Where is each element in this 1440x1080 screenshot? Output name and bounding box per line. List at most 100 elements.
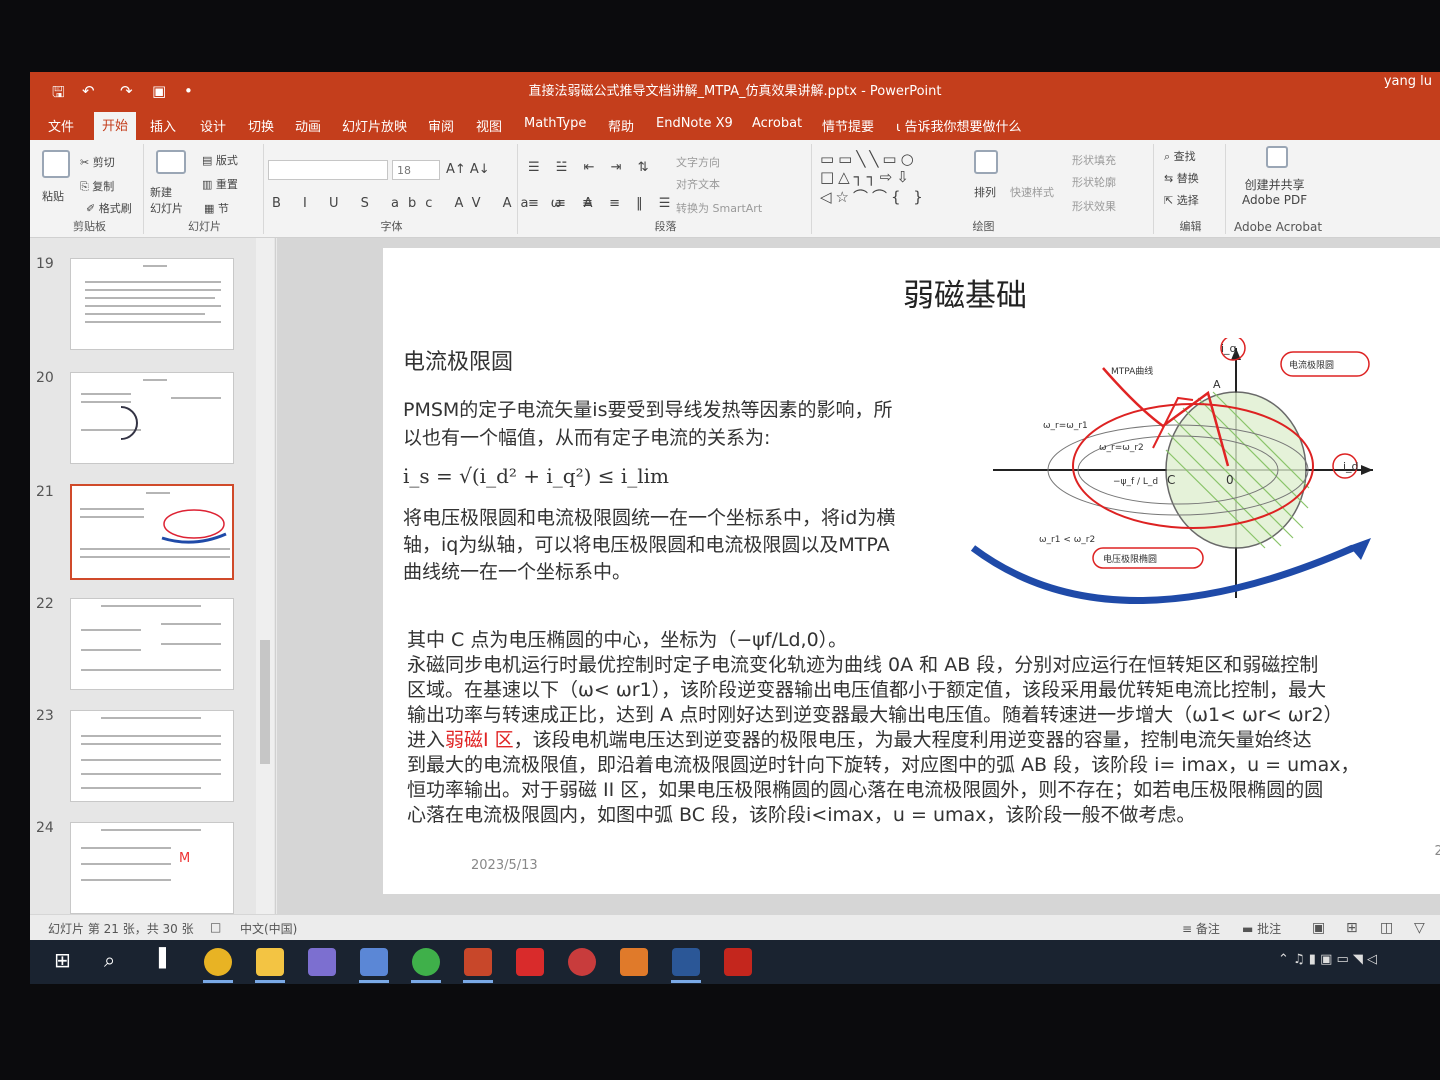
- sorter-view-icon[interactable]: ⊞: [1346, 920, 1358, 936]
- tab-insert[interactable]: 插入: [150, 116, 176, 135]
- tab-storyboard[interactable]: 情节提要: [822, 116, 874, 135]
- create-pdf-icon[interactable]: [1266, 146, 1288, 168]
- thumbnail-slide-21[interactable]: [70, 484, 234, 580]
- list-icons[interactable]: ☰ ☱ ⇤ ⇥ ⇅: [528, 160, 655, 175]
- copy-button[interactable]: ⎘ 复制: [80, 178, 114, 194]
- app-icon[interactable]: [360, 948, 388, 976]
- text-direction-button[interactable]: 文字方向: [676, 154, 720, 170]
- arrange-button[interactable]: 排列: [974, 184, 996, 200]
- slide-date: 2023/5/13: [471, 858, 538, 873]
- tab-design[interactable]: 设计: [200, 116, 226, 135]
- slide-editor: 弱磁基础 电流极限圆 PMSM的定子电流矢量is要受到导线发热等因素的影响，所 …: [277, 238, 1440, 914]
- para2-line2: 轴，iq为纵轴，可以将电压极限圆和电流极限圆以及MTPA: [403, 534, 890, 556]
- tab-help[interactable]: 帮助: [608, 116, 634, 135]
- shape-fill-button[interactable]: 形状填充: [1072, 152, 1116, 168]
- paste-button[interactable]: 粘贴: [42, 188, 64, 204]
- body-line-7: 恒功率输出。对于弱磁 II 区，如果电压极限椭圆的圆心落在电流极限圆外，则不存在…: [407, 779, 1324, 801]
- shapes-gallery[interactable]: ▭▭╲╲▭○ □△┐┐⇨⇩ ◁☆⌒⌒{ }: [820, 150, 927, 207]
- tab-acrobat[interactable]: Acrobat: [752, 116, 802, 131]
- layout-button[interactable]: ▤ 版式: [202, 152, 238, 168]
- new-slide-icon[interactable]: [156, 150, 186, 174]
- language-indicator[interactable]: 中文(中国): [240, 920, 297, 937]
- omega-compare-label: ω_r1 < ω_r2: [1039, 535, 1095, 545]
- tab-file[interactable]: 文件: [48, 116, 74, 135]
- acrobat-icon[interactable]: [724, 948, 752, 976]
- shape-effects-button[interactable]: 形状效果: [1072, 198, 1116, 214]
- create-pdf-button[interactable]: 创建并共享 Adobe PDF: [1242, 176, 1307, 207]
- thumbnail-scrollbar[interactable]: [256, 238, 274, 914]
- body-line-5: 进入弱磁I 区，该段电机端电压达到逆变器的极限电压，为最大程度利用逆变器的容量，…: [407, 729, 1312, 751]
- select-button[interactable]: ⇱ 选择: [1164, 192, 1199, 208]
- font-title: 字体: [380, 220, 403, 233]
- normal-view-icon[interactable]: ▣: [1312, 920, 1325, 936]
- arrange-icon[interactable]: [974, 150, 998, 174]
- thumbnail-slide-23[interactable]: [70, 710, 234, 802]
- app-icon[interactable]: [308, 948, 336, 976]
- powerpoint-window: 🖫 ↶ ↷ ▣ • 直接法弱磁公式推导文档讲解_MTPA_仿真效果讲解.pptx…: [30, 72, 1440, 984]
- tab-slideshow[interactable]: 幻灯片放映: [342, 116, 407, 135]
- align-icons[interactable]: ≡ ≡ ≡ ≡ ‖ ☰: [528, 196, 676, 211]
- matlab-icon[interactable]: [620, 948, 648, 976]
- paste-icon[interactable]: [42, 150, 70, 178]
- editing-title: 编辑: [1179, 220, 1202, 233]
- tab-review[interactable]: 审阅: [428, 116, 454, 135]
- section-button[interactable]: ▦ 节: [204, 200, 229, 216]
- font-name-box[interactable]: [268, 160, 388, 180]
- smartart-button[interactable]: 转换为 SmartArt: [676, 200, 762, 216]
- thumb-number: 23: [36, 708, 54, 724]
- align-text-button[interactable]: 对齐文本: [676, 176, 720, 192]
- tab-endnote[interactable]: EndNote X9: [656, 116, 733, 131]
- powerpoint-icon[interactable]: [464, 948, 492, 976]
- replace-button[interactable]: ⇆ 替换: [1164, 170, 1199, 186]
- para1-line2: 以也有一个幅值，从而有定子电流的关系为:: [403, 427, 771, 449]
- tell-me-search[interactable]: ⍳ 告诉我你想要做什么: [896, 116, 1022, 135]
- word-icon[interactable]: [672, 948, 700, 976]
- thumbnail-slide-20[interactable]: [70, 372, 234, 464]
- current-slide[interactable]: 弱磁基础 电流极限圆 PMSM的定子电流矢量is要受到导线发热等因素的影响，所 …: [383, 248, 1440, 894]
- lightbulb-icon: ⍳: [896, 120, 901, 135]
- thumbnail-slide-19[interactable]: [70, 258, 234, 350]
- user-name[interactable]: yang lu: [1384, 74, 1432, 89]
- shape-outline-button[interactable]: 形状轮廓: [1072, 174, 1116, 190]
- thumbnail-slide-24[interactable]: M: [70, 822, 234, 914]
- task-view-icon[interactable]: ▐: [152, 948, 180, 976]
- file-explorer-icon[interactable]: [256, 948, 284, 976]
- notes-button[interactable]: ≡ 备注: [1182, 920, 1220, 937]
- wechat-icon[interactable]: [412, 948, 440, 976]
- search-icon[interactable]: ⌕: [104, 948, 132, 976]
- chrome-icon[interactable]: [204, 948, 232, 976]
- app-icon[interactable]: [516, 948, 544, 976]
- system-tray-icons[interactable]: ⌃ ♫ ▮ ▣ ▭ ◥ ◁: [1278, 952, 1438, 980]
- tab-view[interactable]: 视图: [476, 116, 502, 135]
- find-button[interactable]: ⌕ 查找: [1164, 148, 1196, 164]
- tab-animations[interactable]: 动画: [295, 116, 321, 135]
- thumbnail-slide-22[interactable]: [70, 598, 234, 690]
- tab-mathtype[interactable]: MathType: [524, 116, 586, 131]
- spellcheck-icon[interactable]: □: [210, 920, 221, 934]
- thumb-number: 21: [36, 484, 54, 500]
- quick-styles-button[interactable]: 快速样式: [1010, 184, 1054, 200]
- body-line-1: 其中 C 点为电压椭圆的中心，坐标为（−ψf/Ld,0）。: [407, 629, 848, 651]
- font-grow-icon[interactable]: A↑ A↓: [446, 162, 490, 177]
- new-slide-button[interactable]: 新建 幻灯片: [150, 184, 183, 216]
- reset-button[interactable]: ▥ 重置: [202, 176, 238, 192]
- window-title: 直接法弱磁公式推导文档讲解_MTPA_仿真效果讲解.pptx - PowerPo…: [528, 84, 942, 99]
- slide-title[interactable]: 弱磁基础: [903, 270, 1027, 315]
- body-line-6: 到最大的电流极限值，即沿着电流极限圆逆时针向下旋转，对应图中的弧 AB 段，该阶…: [407, 754, 1360, 776]
- reading-view-icon[interactable]: ◫: [1380, 920, 1393, 936]
- scroll-thumb[interactable]: [260, 640, 270, 764]
- tab-home[interactable]: 开始: [94, 112, 137, 141]
- iq-axis-label: i_q: [1221, 342, 1237, 355]
- para1-line1: PMSM的定子电流矢量is要受到导线发热等因素的影响，所: [403, 399, 893, 421]
- comments-button[interactable]: ▬ 批注: [1242, 920, 1281, 937]
- cut-button[interactable]: ✂ 剪切: [80, 154, 115, 170]
- slide-thumbnail-pane: 19 20 21 22 23 24 M: [30, 238, 276, 914]
- start-icon[interactable]: ⊞: [54, 948, 82, 976]
- body-line-4: 输出功率与转速成正比，达到 A 点时刚好达到逆变器最大输出电压值。随着转速进一步…: [407, 704, 1343, 726]
- slide-subtitle[interactable]: 电流极限圆: [403, 344, 513, 376]
- tab-transitions[interactable]: 切换: [248, 116, 274, 135]
- font-size-box[interactable]: 18: [392, 160, 440, 180]
- format-painter-button[interactable]: ✐ 格式刷: [86, 200, 132, 216]
- app-icon[interactable]: [568, 948, 596, 976]
- slideshow-view-icon[interactable]: ▽: [1414, 920, 1425, 936]
